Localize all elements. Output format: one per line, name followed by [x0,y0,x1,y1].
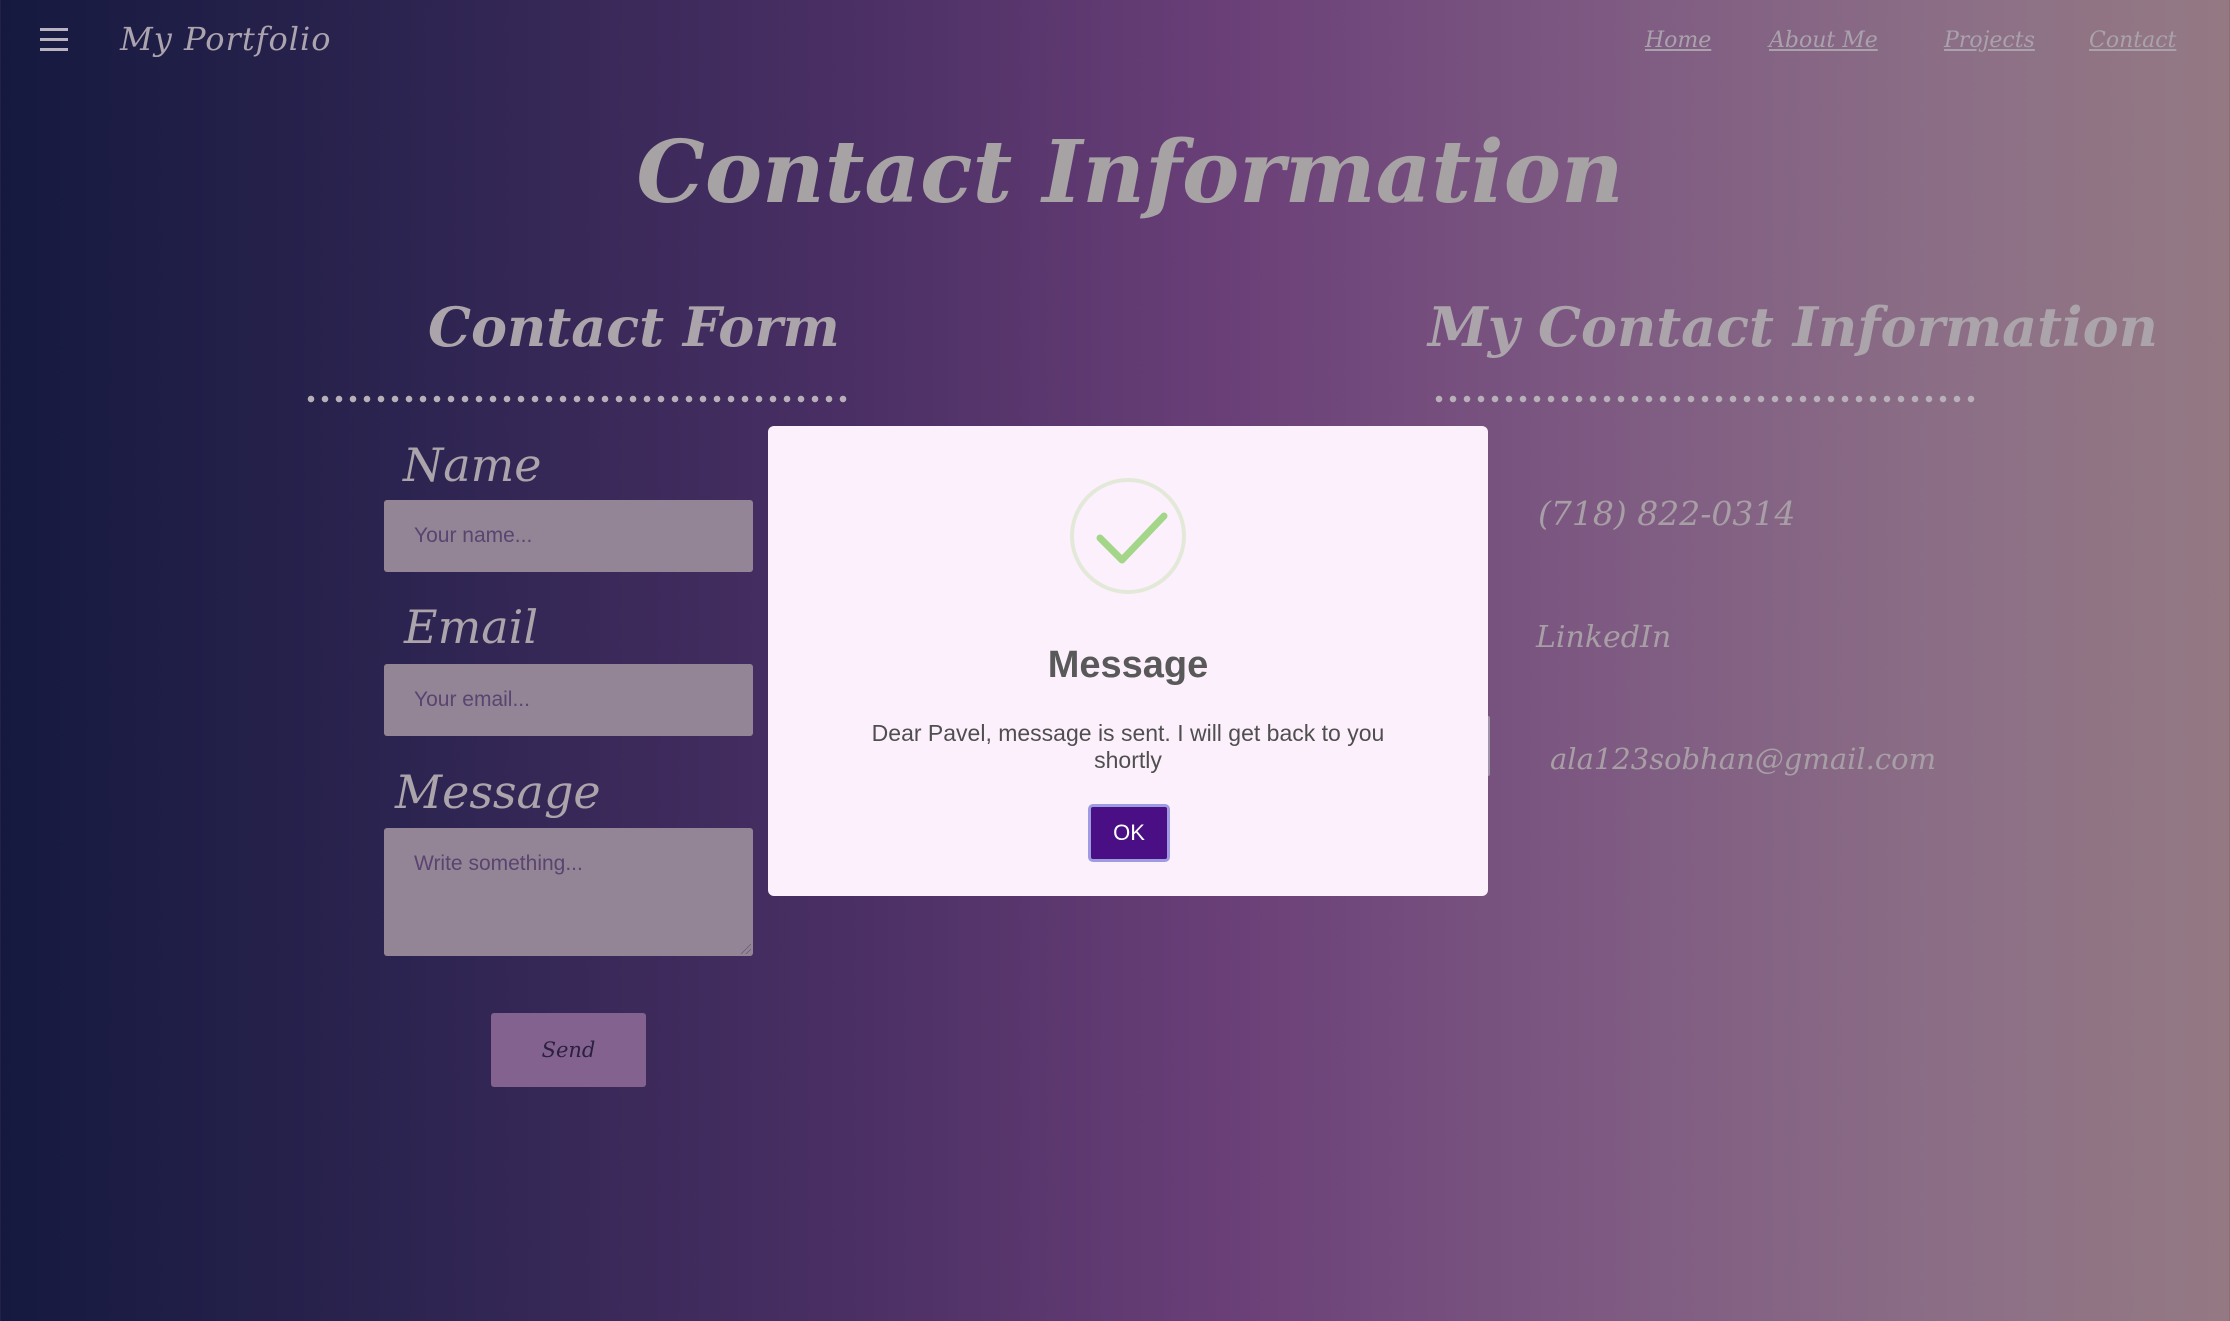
nav-link-contact[interactable]: Contact [2089,28,2176,53]
modal-title: Message [1047,644,1209,686]
email-address[interactable]: ala123sobhan@gmail.com [1550,742,1936,776]
message-textarea[interactable] [384,828,753,956]
message-field-wrapper [384,828,753,956]
email-input[interactable] [384,664,753,736]
success-check-icon [1070,478,1186,594]
modal-message: Dear Pavel, message is sent. I will get … [871,720,1385,773]
nav-link-projects[interactable]: Projects [1944,28,2035,53]
navbar: My Portfolio Home About Me Projects Cont… [0,0,2230,90]
contact-form-title: Contact Form [428,295,840,359]
phone-number: (718) 822-0314 [1538,494,1796,533]
dotted-divider [1432,395,1978,403]
send-button[interactable]: Send [491,1013,646,1087]
name-input[interactable] [384,500,753,572]
contact-info-title: My Contact Information [1428,295,2158,359]
ok-button[interactable]: OK [1088,804,1170,862]
success-modal: Message Dear Pavel, message is sent. I w… [768,426,1488,896]
page-title: Contact Information [636,122,1624,223]
nav-link-home[interactable]: Home [1645,28,1711,53]
hamburger-menu-icon[interactable] [36,28,72,58]
message-label: Message [395,765,601,819]
resize-grip-icon[interactable] [741,944,751,954]
linkedin-link[interactable]: LinkedIn [1536,620,1671,655]
dotted-divider [304,395,850,403]
name-label: Name [403,438,542,492]
brand-logo[interactable]: My Portfolio [120,20,332,58]
nav-link-about[interactable]: About Me [1769,28,1878,53]
email-label: Email [404,600,539,654]
